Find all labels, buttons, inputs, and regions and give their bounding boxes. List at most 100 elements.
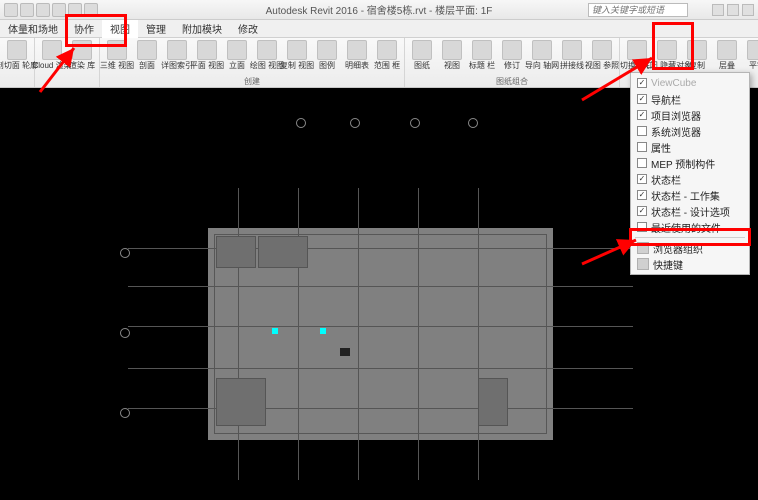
qat-redo-icon[interactable] xyxy=(68,3,82,17)
dropdown-item[interactable]: 系统浏览器 xyxy=(631,123,749,139)
drafting-icon xyxy=(257,40,277,60)
cloud-icon xyxy=(42,40,62,60)
grid-bubble xyxy=(468,118,478,128)
grid-line xyxy=(358,188,359,480)
ribbon-tab[interactable]: 视图 xyxy=(102,19,138,38)
sheet-icon xyxy=(412,40,432,60)
dropdown-item-label: 快捷键 xyxy=(653,257,683,272)
help-search-input[interactable] xyxy=(588,3,688,17)
ribbon-button[interactable]: 视图 xyxy=(438,40,466,74)
dropdown-separator xyxy=(635,237,745,238)
dropdown-item-label: 属性 xyxy=(651,140,671,155)
ribbon-button[interactable]: 范围 框 xyxy=(373,40,401,74)
ribbon-button[interactable]: 关闭 隐藏对象 xyxy=(653,40,681,74)
ribbon-button-label: 复制 xyxy=(689,61,705,70)
ribbon-button[interactable]: Cloud 渲染 xyxy=(38,40,66,74)
ribbon-button[interactable]: 剖切面 轮廓 xyxy=(3,40,31,74)
ribbon-button-label: 平面 视图 xyxy=(190,61,224,70)
quick-access-toolbar xyxy=(0,3,98,17)
dropdown-item-label: 最近使用的文件 xyxy=(651,220,721,235)
ribbon-button[interactable]: 修订 xyxy=(498,40,526,74)
dropdown-item-label: 导航栏 xyxy=(651,92,681,107)
ribbon-group: 剖切面 轮廓 xyxy=(0,38,35,87)
ribbon-tab[interactable]: 协作 xyxy=(66,19,102,38)
qat-save-icon[interactable] xyxy=(36,3,50,17)
grid-line xyxy=(298,188,299,480)
ribbon-button-label: 视图 xyxy=(444,61,460,70)
ribbon-button-label: 复制 视图 xyxy=(280,61,314,70)
ribbon-button-label: 三维 视图 xyxy=(100,61,134,70)
ribbon-tab[interactable]: 管理 xyxy=(138,19,174,38)
grid-bubble xyxy=(296,118,306,128)
ribbon-button[interactable]: 立面 xyxy=(223,40,251,74)
gallery-icon xyxy=(72,40,92,60)
app-menu-icon[interactable] xyxy=(4,3,18,17)
grid-line xyxy=(128,326,633,327)
ribbon-group: Cloud 渲染渲染 库 xyxy=(35,38,100,87)
help-icon[interactable] xyxy=(742,4,754,16)
ribbon-button[interactable]: 视图 参照 xyxy=(588,40,616,74)
ribbon-button[interactable]: 层叠 xyxy=(713,40,741,74)
ribbon-tab[interactable]: 附加模块 xyxy=(174,19,230,38)
dropdown-item[interactable]: 浏览器组织 xyxy=(631,240,749,256)
ribbon-button-label: 修订 xyxy=(504,61,520,70)
window-title: Autodesk Revit 2016 - 宿舍楼5栋.rvt - 楼层平面: … xyxy=(266,2,493,17)
grid-line xyxy=(128,248,633,249)
dropdown-item[interactable]: 最近使用的文件 xyxy=(631,219,749,235)
user-interface-dropdown: ViewCube导航栏项目浏览器系统浏览器属性MEP 预制构件状态栏状态栏 - … xyxy=(630,72,750,275)
dropdown-item[interactable]: 属性 xyxy=(631,139,749,155)
exchange-icon[interactable] xyxy=(727,4,739,16)
ribbon-button[interactable]: 拼接线 xyxy=(558,40,586,74)
grid-bubble xyxy=(120,328,130,338)
marker xyxy=(272,328,278,334)
qat-print-icon[interactable] xyxy=(84,3,98,17)
closehidden-icon xyxy=(657,40,677,60)
dropdown-item-label: 系统浏览器 xyxy=(651,124,701,139)
checkbox-icon xyxy=(637,142,647,152)
dropdown-item[interactable]: MEP 预制构件 xyxy=(631,155,749,171)
section-icon xyxy=(137,40,157,60)
checkbox-icon xyxy=(637,110,647,120)
dropdown-item[interactable]: 项目浏览器 xyxy=(631,107,749,123)
ribbon-button-label: 明细表 xyxy=(345,61,369,70)
dropdown-item[interactable]: ViewCube xyxy=(631,75,749,91)
ribbon-button[interactable]: 标题 栏 xyxy=(468,40,496,74)
checkbox-icon xyxy=(637,78,647,88)
dropdown-item[interactable]: 快捷键 xyxy=(631,256,749,272)
ribbon-button[interactable]: 平铺 xyxy=(743,40,758,74)
dropdown-item-label: 浏览器组织 xyxy=(653,241,703,256)
ribbon-button[interactable]: 导向 轴网 xyxy=(528,40,556,74)
ribbon-button[interactable]: 三维 视图 xyxy=(103,40,131,74)
ribbon-button[interactable]: 平面 视图 xyxy=(193,40,221,74)
checkbox-icon xyxy=(637,158,647,168)
ribbon-button[interactable]: 复制 xyxy=(683,40,711,74)
grid-line xyxy=(418,188,419,480)
ribbon-button[interactable]: 绘图 视图 xyxy=(253,40,281,74)
ribbon-button[interactable]: 剖面 xyxy=(133,40,161,74)
ribbon-tab[interactable]: 体量和场地 xyxy=(0,19,66,38)
ribbon-button[interactable]: 图纸 xyxy=(408,40,436,74)
ribbon-tab-bar: 体量和场地协作视图管理附加模块修改 xyxy=(0,20,758,38)
browserorg-icon xyxy=(637,242,649,254)
room xyxy=(216,236,256,268)
ribbon-button[interactable]: 图例 xyxy=(313,40,341,74)
ribbon-button[interactable]: 详图索引 xyxy=(163,40,191,74)
dropdown-item[interactable]: 状态栏 - 设计选项 xyxy=(631,203,749,219)
ribbon-tab[interactable]: 修改 xyxy=(230,19,266,38)
dropdown-item[interactable]: 状态栏 - 工作集 xyxy=(631,187,749,203)
revisions-icon xyxy=(502,40,522,60)
dropdown-item[interactable]: 状态栏 xyxy=(631,171,749,187)
ribbon-button-label: 立面 xyxy=(229,61,245,70)
dropdown-item[interactable]: 导航栏 xyxy=(631,91,749,107)
ribbon-button[interactable]: 复制 视图 xyxy=(283,40,311,74)
signin-icon[interactable] xyxy=(712,4,724,16)
ribbon-group-label xyxy=(0,76,34,87)
qat-undo-icon[interactable] xyxy=(52,3,66,17)
grid-line xyxy=(128,368,633,369)
ribbon-button[interactable]: 明细表 xyxy=(343,40,371,74)
grid-line xyxy=(128,408,633,409)
qat-open-icon[interactable] xyxy=(20,3,34,17)
ribbon-button-label: 渲染 库 xyxy=(69,61,95,70)
ribbon-button[interactable]: 渲染 库 xyxy=(68,40,96,74)
dropdown-item-label: 状态栏 - 设计选项 xyxy=(651,204,730,219)
